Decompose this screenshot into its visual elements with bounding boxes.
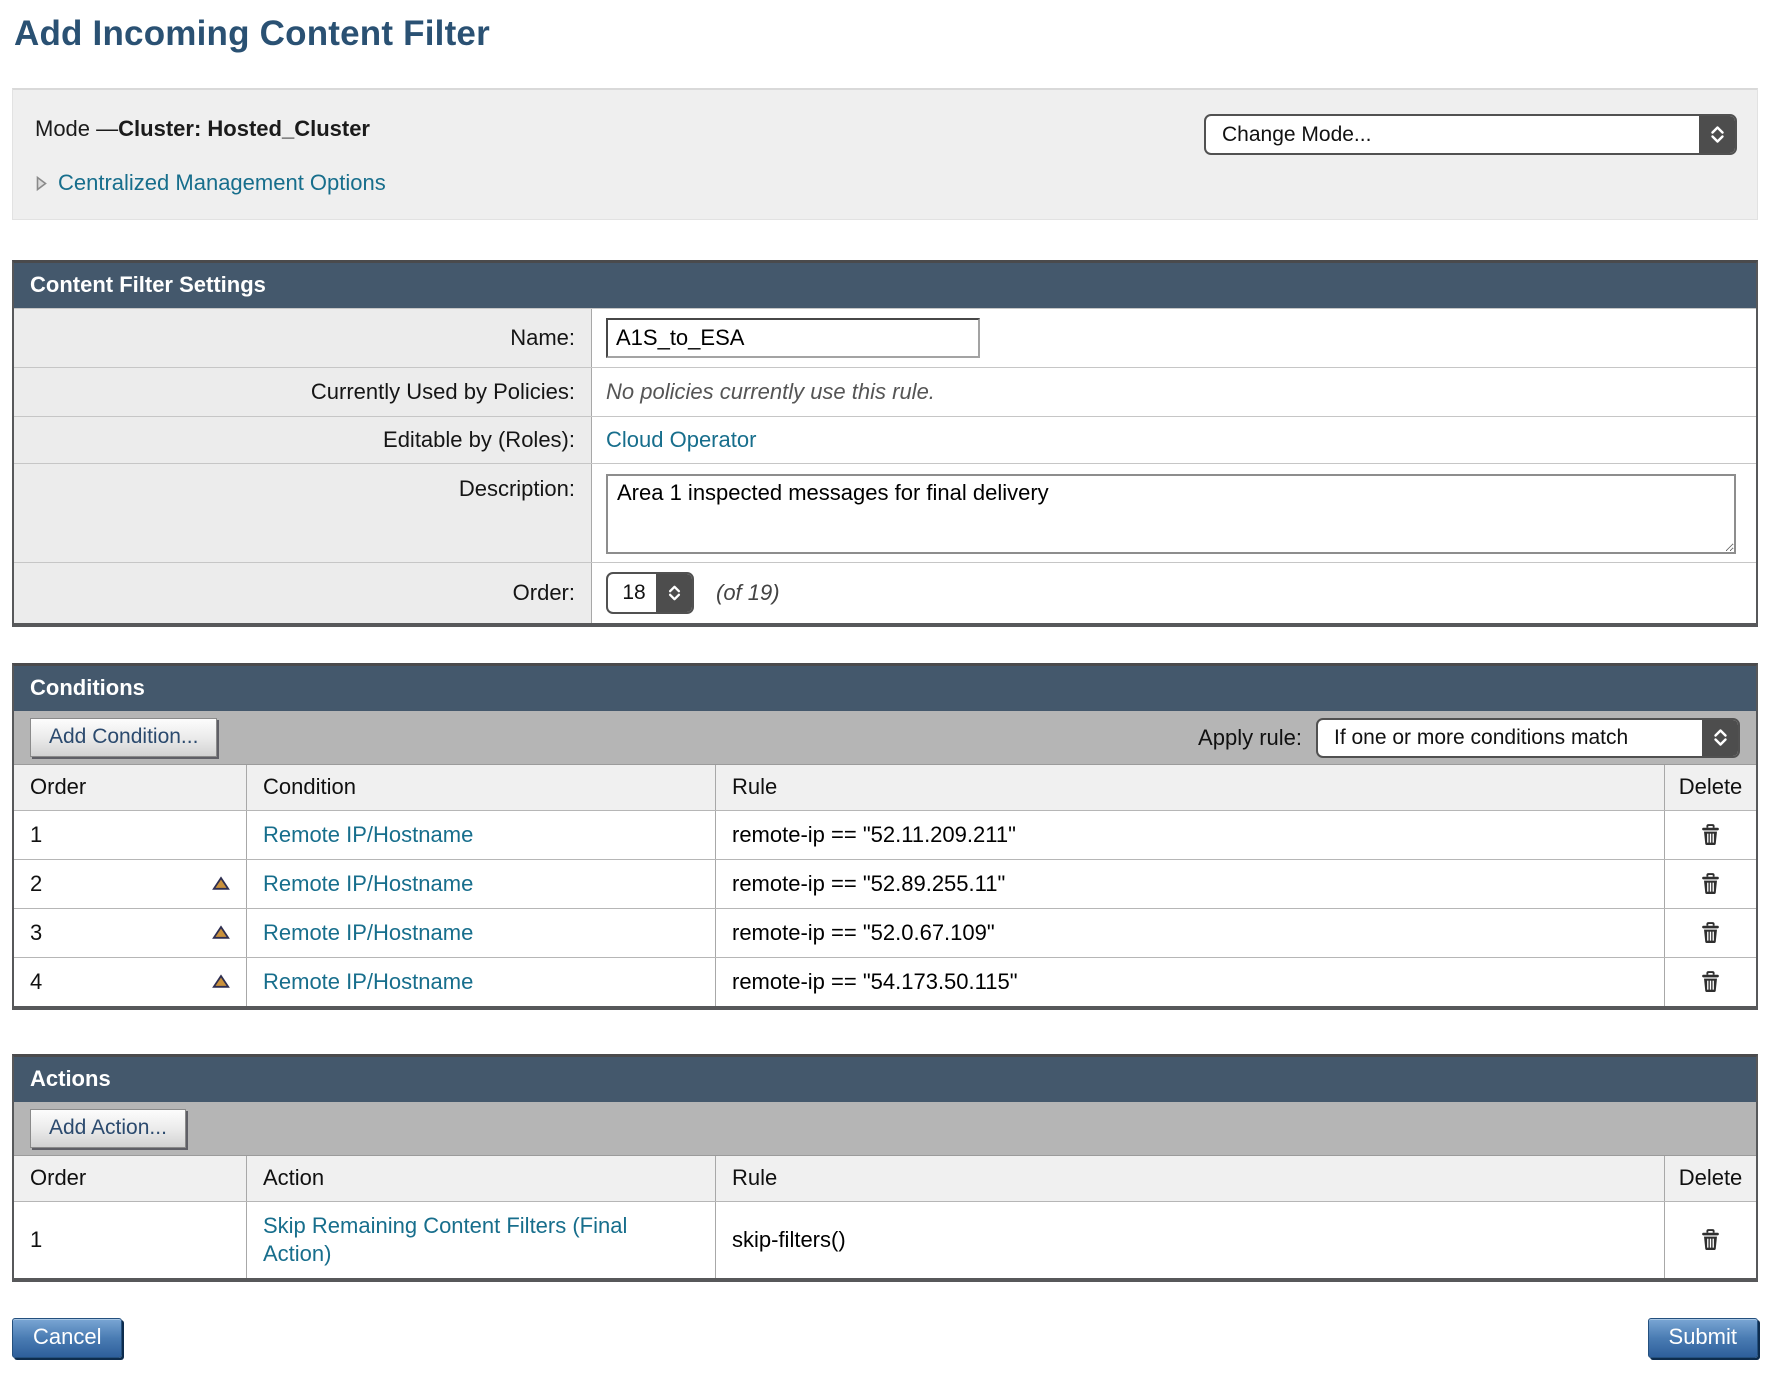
order-select-value: 18 xyxy=(608,574,656,612)
move-up-arrow-icon xyxy=(212,879,230,894)
action-link[interactable]: Skip Remaining Content Filters (Final Ac… xyxy=(263,1212,683,1267)
footer-bar: Cancel Submit xyxy=(12,1318,1758,1358)
delete-condition-button[interactable] xyxy=(1698,870,1723,897)
right-triangle-expander-icon[interactable] xyxy=(35,175,48,192)
order-total-text: (of 19) xyxy=(716,580,780,606)
trash-icon xyxy=(1700,1239,1721,1254)
change-mode-select-value: Change Mode... xyxy=(1206,116,1699,153)
condition-order: 4 xyxy=(30,969,42,995)
condition-link[interactable]: Remote IP/Hostname xyxy=(263,969,473,995)
col-delete: Delete xyxy=(1665,1156,1756,1201)
delete-action-button[interactable] xyxy=(1698,1226,1723,1253)
condition-order: 2 xyxy=(30,871,42,897)
actions-section: Actions Add Action... Order Action Rule … xyxy=(12,1054,1758,1282)
conditions-header: Conditions xyxy=(14,666,1756,711)
apply-rule-label: Apply rule: xyxy=(1198,725,1302,751)
move-up-button[interactable] xyxy=(210,972,232,991)
policies-value: No policies currently use this rule. xyxy=(592,368,1756,416)
apply-rule-select[interactable]: If one or more conditions match xyxy=(1316,718,1740,758)
apply-rule-select-value: If one or more conditions match xyxy=(1318,720,1702,756)
condition-row: 3 Remote IP/Hostname remote-ip == "52.0.… xyxy=(14,908,1756,957)
conditions-table-header: Order Condition Rule Delete xyxy=(14,765,1756,810)
conditions-toolbar: Add Condition... Apply rule: If one or m… xyxy=(14,711,1756,765)
condition-rule: remote-ip == "52.11.209.211" xyxy=(716,811,1665,859)
cloud-operator-link[interactable]: Cloud Operator xyxy=(606,427,756,453)
col-rule: Rule xyxy=(716,1156,1665,1201)
up-down-chevrons-icon xyxy=(656,574,692,612)
move-up-arrow-icon xyxy=(212,977,230,992)
roles-label: Editable by (Roles): xyxy=(14,417,592,463)
action-order: 1 xyxy=(30,1227,42,1253)
policies-label: Currently Used by Policies: xyxy=(14,368,592,416)
up-down-chevrons-icon xyxy=(1702,720,1738,756)
condition-link[interactable]: Remote IP/Hostname xyxy=(263,871,473,897)
condition-row: 4 Remote IP/Hostname remote-ip == "54.17… xyxy=(14,957,1756,1006)
mode-label: Mode — xyxy=(35,116,118,141)
up-down-chevrons-icon xyxy=(1699,116,1735,153)
centralized-management-options-link[interactable]: Centralized Management Options xyxy=(58,170,386,196)
description-textarea[interactable]: Area 1 inspected messages for final deli… xyxy=(606,474,1736,554)
condition-row: 2 Remote IP/Hostname remote-ip == "52.89… xyxy=(14,859,1756,908)
col-condition: Condition xyxy=(247,765,716,810)
actions-header: Actions xyxy=(14,1057,1756,1102)
col-order: Order xyxy=(14,765,247,810)
description-row: Description: Area 1 inspected messages f… xyxy=(14,463,1756,562)
add-incoming-content-filter-page: Add Incoming Content Filter Mode —Cluste… xyxy=(0,0,1770,1378)
move-up-arrow-icon xyxy=(212,928,230,943)
actions-table-header: Order Action Rule Delete xyxy=(14,1156,1756,1201)
delete-condition-button[interactable] xyxy=(1698,821,1723,848)
trash-icon xyxy=(1700,834,1721,849)
add-action-button[interactable]: Add Action... xyxy=(30,1109,186,1148)
move-up-button[interactable] xyxy=(210,874,232,893)
cancel-button[interactable]: Cancel xyxy=(12,1318,122,1358)
add-condition-button[interactable]: Add Condition... xyxy=(30,718,217,757)
mode-panel: Mode —Cluster: Hosted_Cluster Change Mod… xyxy=(12,88,1758,220)
page-title: Add Incoming Content Filter xyxy=(14,14,1758,54)
policies-row: Currently Used by Policies: No policies … xyxy=(14,367,1756,416)
condition-rule: remote-ip == "52.0.67.109" xyxy=(716,909,1665,957)
trash-icon xyxy=(1700,883,1721,898)
action-row: 1 Skip Remaining Content Filters (Final … xyxy=(14,1201,1756,1278)
trash-icon xyxy=(1700,981,1721,996)
col-rule: Rule xyxy=(716,765,1665,810)
actions-toolbar: Add Action... xyxy=(14,1102,1756,1156)
condition-link[interactable]: Remote IP/Hostname xyxy=(263,920,473,946)
order-label: Order: xyxy=(14,563,592,623)
mode-value: Cluster: Hosted_Cluster xyxy=(118,116,370,141)
order-row: Order: 18 (of 19) xyxy=(14,562,1756,623)
order-select[interactable]: 18 xyxy=(606,572,694,614)
delete-condition-button[interactable] xyxy=(1698,968,1723,995)
condition-link[interactable]: Remote IP/Hostname xyxy=(263,822,473,848)
change-mode-select[interactable]: Change Mode... xyxy=(1204,114,1737,155)
col-action: Action xyxy=(247,1156,716,1201)
move-up-button[interactable] xyxy=(210,923,232,942)
content-filter-settings-header: Content Filter Settings xyxy=(14,263,1756,308)
conditions-section: Conditions Add Condition... Apply rule: … xyxy=(12,663,1758,1010)
condition-rule: remote-ip == "52.89.255.11" xyxy=(716,860,1665,908)
filter-name-input[interactable] xyxy=(606,318,980,358)
delete-condition-button[interactable] xyxy=(1698,919,1723,946)
roles-row: Editable by (Roles): Cloud Operator xyxy=(14,416,1756,463)
name-row: Name: xyxy=(14,308,1756,367)
action-rule: skip-filters() xyxy=(716,1202,1665,1278)
col-order: Order xyxy=(14,1156,247,1201)
description-label: Description: xyxy=(14,464,592,562)
condition-row: 1 Remote IP/Hostname remote-ip == "52.11… xyxy=(14,810,1756,859)
condition-rule: remote-ip == "54.173.50.115" xyxy=(716,958,1665,1006)
condition-order: 3 xyxy=(30,920,42,946)
submit-button[interactable]: Submit xyxy=(1648,1318,1758,1358)
name-label: Name: xyxy=(14,309,592,367)
condition-order: 1 xyxy=(30,822,42,848)
content-filter-settings-section: Content Filter Settings Name: Currently … xyxy=(12,260,1758,627)
centralized-management-row: Centralized Management Options xyxy=(35,170,1737,196)
trash-icon xyxy=(1700,932,1721,947)
col-delete: Delete xyxy=(1665,765,1756,810)
